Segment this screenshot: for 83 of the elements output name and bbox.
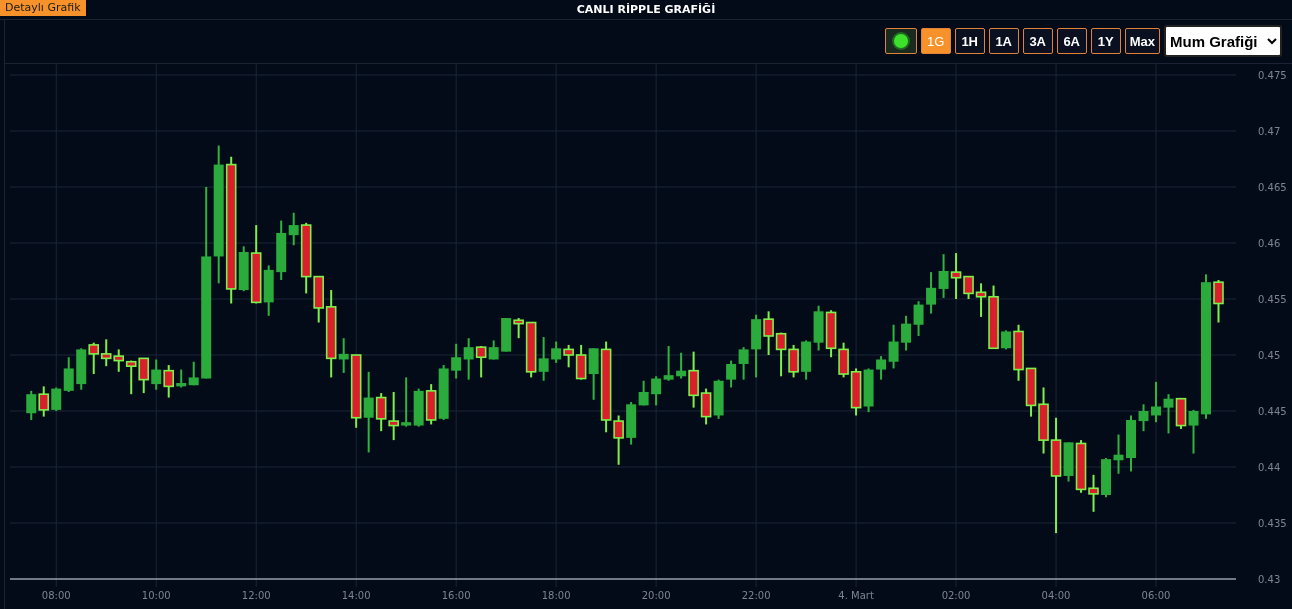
range-button[interactable]: 3A bbox=[1022, 28, 1053, 54]
candlestick bbox=[88, 341, 100, 376]
candlestick bbox=[801, 339, 812, 381]
range-button[interactable]: 6A bbox=[1056, 28, 1087, 54]
candlestick bbox=[401, 376, 412, 428]
y-axis-label: 0.45 bbox=[1258, 350, 1281, 361]
candlestick bbox=[838, 341, 849, 379]
live-toggle-button[interactable] bbox=[884, 28, 917, 54]
candlestick bbox=[1213, 278, 1224, 324]
x-axis-label: 16:00 bbox=[441, 590, 471, 601]
x-axis-label: 10:00 bbox=[141, 590, 171, 601]
candlestick bbox=[413, 387, 424, 428]
candlestick bbox=[463, 337, 474, 381]
candlestick bbox=[651, 375, 662, 407]
candlestick bbox=[1175, 397, 1187, 430]
x-axis-label: 02:00 bbox=[941, 590, 971, 601]
chart-title: CANLI RİPPLE GRAFİĞİ bbox=[576, 3, 716, 16]
candlestick bbox=[76, 347, 87, 391]
x-axis-label: 22:00 bbox=[741, 590, 771, 601]
x-axis-label: 18:00 bbox=[541, 590, 571, 601]
x-axis-label: 12:00 bbox=[241, 590, 271, 601]
y-axis-label: 0.46 bbox=[1258, 238, 1281, 249]
candlestick bbox=[188, 360, 199, 387]
candlestick bbox=[863, 367, 874, 414]
candlestick bbox=[151, 358, 162, 391]
candlestick bbox=[1025, 367, 1037, 418]
y-axis-label: 0.435 bbox=[1258, 518, 1287, 529]
candlestick bbox=[738, 346, 749, 381]
range-button[interactable]: 1Y bbox=[1090, 28, 1121, 54]
y-axis-label: 0.475 bbox=[1258, 70, 1287, 81]
x-axis-label: 06:00 bbox=[1141, 590, 1171, 601]
candlestick bbox=[713, 378, 724, 420]
chart-type-select[interactable]: Mum Grafiği bbox=[1164, 25, 1282, 57]
candlestick bbox=[1163, 393, 1174, 435]
candlestick bbox=[26, 389, 37, 421]
candlestick bbox=[901, 314, 912, 352]
candlestick bbox=[551, 340, 562, 364]
y-axis-label: 0.445 bbox=[1258, 406, 1287, 417]
candlestick bbox=[438, 364, 449, 421]
candlestick bbox=[51, 386, 62, 412]
candlestick bbox=[850, 367, 862, 417]
candlestick bbox=[1101, 457, 1112, 499]
candlestick bbox=[425, 383, 437, 426]
candlestick bbox=[388, 390, 399, 442]
y-axis-label: 0.465 bbox=[1258, 182, 1287, 193]
x-axis-label: 20:00 bbox=[641, 590, 671, 601]
candlestick bbox=[913, 300, 924, 337]
candlestick bbox=[813, 304, 824, 352]
candlestick bbox=[775, 331, 787, 378]
y-axis-label: 0.44 bbox=[1258, 462, 1281, 473]
x-axis-label: 04:00 bbox=[1041, 590, 1071, 601]
candlestick bbox=[1113, 433, 1124, 475]
y-axis-label: 0.455 bbox=[1258, 294, 1287, 305]
range-button[interactable]: 1A bbox=[988, 28, 1019, 54]
candlestick bbox=[163, 364, 174, 399]
live-status-icon bbox=[891, 32, 910, 50]
candlestick bbox=[663, 345, 674, 382]
candlestick bbox=[726, 359, 737, 389]
candlestick bbox=[1075, 439, 1087, 494]
candlestick bbox=[138, 357, 149, 395]
candlestick bbox=[1151, 380, 1161, 424]
candlestick bbox=[63, 356, 74, 393]
range-button[interactable]: Max bbox=[1124, 28, 1160, 54]
candlestick bbox=[38, 385, 50, 418]
candlestick bbox=[538, 336, 549, 382]
candlestick bbox=[100, 338, 112, 368]
candlestick bbox=[825, 309, 837, 359]
candlestick bbox=[1138, 403, 1149, 433]
y-axis-label: 0.43 bbox=[1258, 574, 1281, 585]
detail-chart-label[interactable]: Detaylı Grafik bbox=[0, 0, 86, 16]
x-axis-label: 4. Mart bbox=[838, 590, 874, 601]
candlestick bbox=[451, 342, 462, 380]
x-axis-label: 08:00 bbox=[41, 590, 71, 601]
candlestick bbox=[926, 271, 937, 315]
candlestick bbox=[1188, 408, 1199, 455]
candlestick bbox=[176, 368, 187, 389]
y-axis-label: 0.47 bbox=[1258, 126, 1281, 137]
candlestick bbox=[1088, 473, 1099, 513]
candlestick bbox=[788, 343, 799, 379]
x-axis-label: 14:00 bbox=[341, 590, 371, 601]
range-button[interactable]: 1H bbox=[954, 28, 985, 54]
candlestick bbox=[938, 253, 949, 299]
candlestick bbox=[1126, 414, 1136, 473]
